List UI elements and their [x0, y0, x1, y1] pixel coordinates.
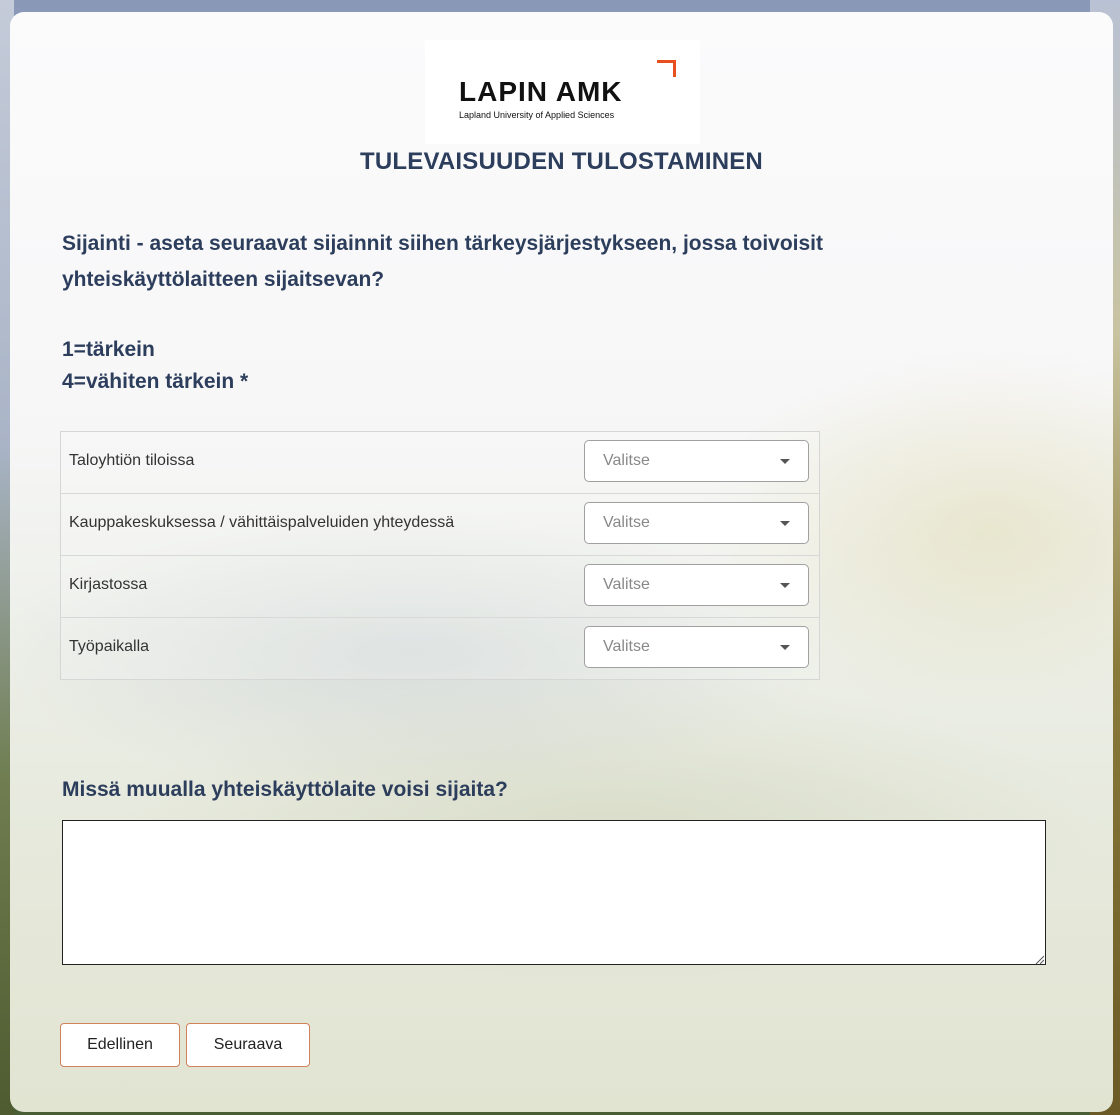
next-button[interactable]: Seuraava	[186, 1023, 310, 1067]
rank-select-taloyhtio[interactable]: Valitse	[584, 440, 809, 482]
logo-corner-mark	[657, 60, 676, 77]
select-value: Valitse	[603, 514, 650, 531]
table-row: Kirjastossa Valitse	[61, 556, 819, 618]
select-value: Valitse	[603, 452, 650, 469]
table-row: Taloyhtiön tiloissa Valitse	[61, 432, 819, 494]
resize-handle-icon[interactable]	[1034, 954, 1044, 964]
row-label-taloyhtio: Taloyhtiön tiloissa	[69, 452, 195, 469]
row-label-tyopaikka: Työpaikalla	[69, 638, 150, 655]
rank-select-kauppakeskus[interactable]: Valitse	[584, 502, 809, 544]
ranking-table: Taloyhtiön tiloissa Valitse Kauppakeskuk…	[60, 431, 820, 680]
chevron-down-icon	[780, 583, 790, 588]
lapin-amk-logo: LAPIN AMK Lapland University of Applied …	[425, 40, 700, 144]
logo-subtitle: Lapland University of Applied Sciences	[459, 110, 615, 120]
scale-least-important: 4=vähiten tärkein *	[62, 370, 249, 393]
chevron-down-icon	[780, 459, 790, 464]
question-other-location: Missä muualla yhteiskäyttölaite voisi si…	[62, 778, 508, 801]
rank-select-tyopaikka[interactable]: Valitse	[584, 626, 809, 668]
table-row: Kauppakeskuksessa / vähittäispalveluiden…	[61, 494, 819, 556]
question-ranking-heading: Sijainti - aseta seuraavat sijainnit sii…	[62, 226, 1042, 298]
previous-button[interactable]: Edellinen	[60, 1023, 180, 1067]
scale-most-important: 1=tärkein	[62, 338, 155, 361]
rank-select-kirjasto[interactable]: Valitse	[584, 564, 809, 606]
row-label-kirjasto: Kirjastossa	[69, 576, 148, 593]
question-line-2: yhteiskäyttölaitteen sijaitsevan?	[62, 268, 385, 291]
chevron-down-icon	[780, 521, 790, 526]
survey-card: LAPIN AMK Lapland University of Applied …	[10, 12, 1113, 1112]
page-title: TULEVAISUUDEN TULOSTAMINEN	[360, 148, 763, 175]
row-label-kauppakeskus: Kauppakeskuksessa / vähittäispalveluiden…	[69, 514, 455, 531]
logo-name: LAPIN AMK	[459, 76, 623, 107]
question-line-1: Sijainti - aseta seuraavat sijainnit sii…	[62, 232, 824, 255]
other-location-textarea[interactable]	[62, 820, 1046, 965]
table-row: Työpaikalla Valitse	[61, 618, 819, 679]
chevron-down-icon	[780, 645, 790, 650]
select-value: Valitse	[603, 576, 650, 593]
select-value: Valitse	[603, 638, 650, 655]
